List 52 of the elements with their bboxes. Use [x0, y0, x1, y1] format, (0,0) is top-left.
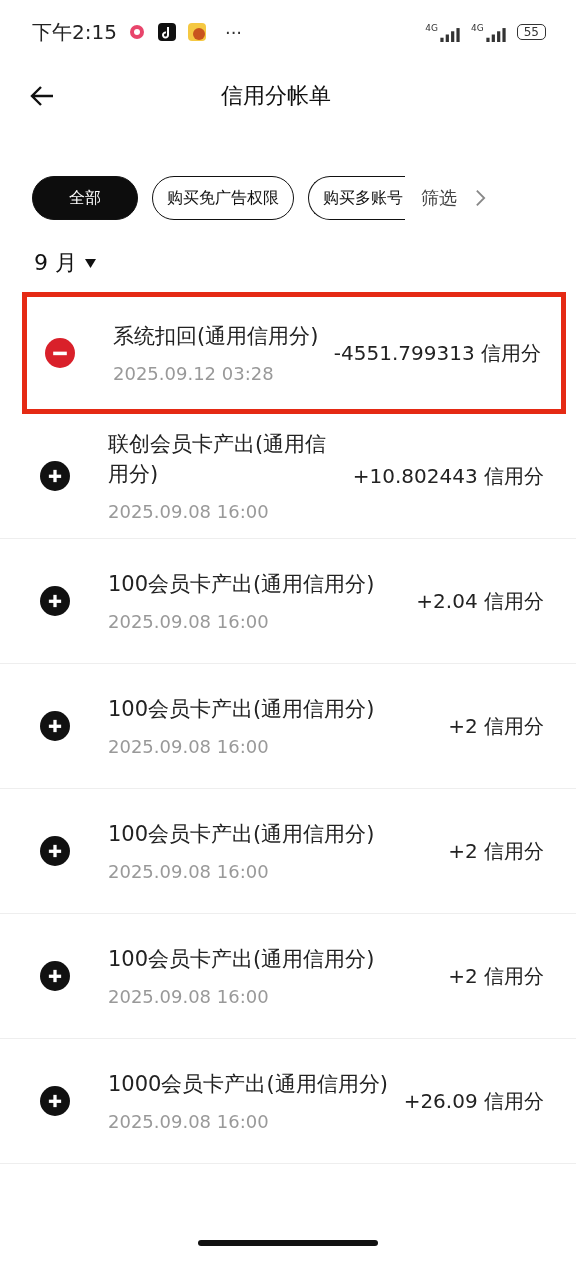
clock-time: 下午2:15 [32, 18, 117, 46]
minus-circle-icon [45, 338, 75, 368]
record-amount: +2.04 信用分 [416, 587, 544, 615]
record-time: 2025.09.08 16:00 [108, 611, 270, 633]
record-row[interactable]: 联创会员卡产出(通用信用分) 2025.09.08 16:00 +10.802443 信用分 [0, 414, 576, 539]
record-amount: -4551.799313 信用分 [333, 339, 541, 367]
highlighted-record[interactable]: 系统扣回(通用信用分) 2025.09.12 03:28 -4551.799313 信用分 [22, 292, 566, 414]
record-time: 2025.09.08 16:00 [108, 500, 270, 522]
record-time: 2025.09.08 16:00 [108, 861, 270, 883]
filter-chip[interactable]: 购买免广告权限 [152, 176, 294, 220]
record-title: 100会员卡产出(通用信用分) [108, 695, 376, 723]
filter-chip[interactable]: 购买多账号 [308, 176, 405, 220]
plus-circle-icon [40, 711, 70, 741]
filter-chip[interactable]: 全部 [32, 176, 138, 220]
record-amount: +2 信用分 [448, 712, 544, 740]
battery-level: 55 [516, 24, 546, 40]
page-title: 信用分帐单 [221, 82, 332, 110]
record-amount: +26.09 信用分 [403, 1087, 544, 1115]
chevron-right-icon [475, 188, 486, 208]
record-row[interactable]: 100会员卡产出(通用信用分) 2025.09.08 16:00 +2 信用分 [0, 789, 576, 914]
filter-button[interactable]: 筛选 [411, 186, 467, 210]
record-time: 2025.09.12 03:28 [113, 363, 275, 385]
record-title: 1000会员卡产出(通用信用分) [108, 1070, 389, 1098]
signal-icon [484, 26, 507, 42]
game-app-icon [186, 22, 207, 42]
plus-circle-icon [40, 961, 70, 991]
record-title: 100会员卡产出(通用信用分) [108, 945, 376, 973]
dropdown-triangle-icon [85, 258, 96, 268]
record-title: 联创会员卡产出(通用信用分) [108, 431, 328, 488]
more-notifications: ··· [224, 21, 243, 43]
record-row[interactable]: 100会员卡产出(通用信用分) 2025.09.08 16:00 +2 信用分 [0, 664, 576, 789]
plus-circle-icon [40, 1086, 70, 1116]
record-title: 100会员卡产出(通用信用分) [108, 820, 376, 848]
record-time: 2025.09.08 16:00 [108, 986, 270, 1008]
month-selector[interactable]: 9 月 [34, 248, 96, 278]
network-label: 4G [471, 22, 484, 33]
record-row[interactable]: 1000会员卡产出(通用信用分) 2025.09.08 16:00 +26.09 信用分 [0, 1039, 576, 1164]
plus-circle-icon [40, 586, 70, 616]
record-amount: +10.802443 信用分 [352, 462, 544, 490]
record-amount: +2 信用分 [448, 962, 544, 990]
record-row[interactable]: 100会员卡产出(通用信用分) 2025.09.08 16:00 +2.04 信用分 [0, 539, 576, 664]
plus-circle-icon [40, 836, 70, 866]
record-time: 2025.09.08 16:00 [108, 736, 270, 758]
record-title: 100会员卡产出(通用信用分) [108, 570, 376, 598]
record-time: 2025.09.08 16:00 [108, 1111, 270, 1133]
music-app-icon [156, 22, 177, 42]
record-title: 系统扣回(通用信用分) [113, 322, 320, 350]
record-amount: +2 信用分 [448, 837, 544, 865]
network-label: 4G [425, 22, 438, 33]
record-row[interactable]: 100会员卡产出(通用信用分) 2025.09.08 16:00 +2 信用分 [0, 914, 576, 1039]
plus-circle-icon [40, 461, 70, 491]
signal-icon [439, 26, 461, 42]
